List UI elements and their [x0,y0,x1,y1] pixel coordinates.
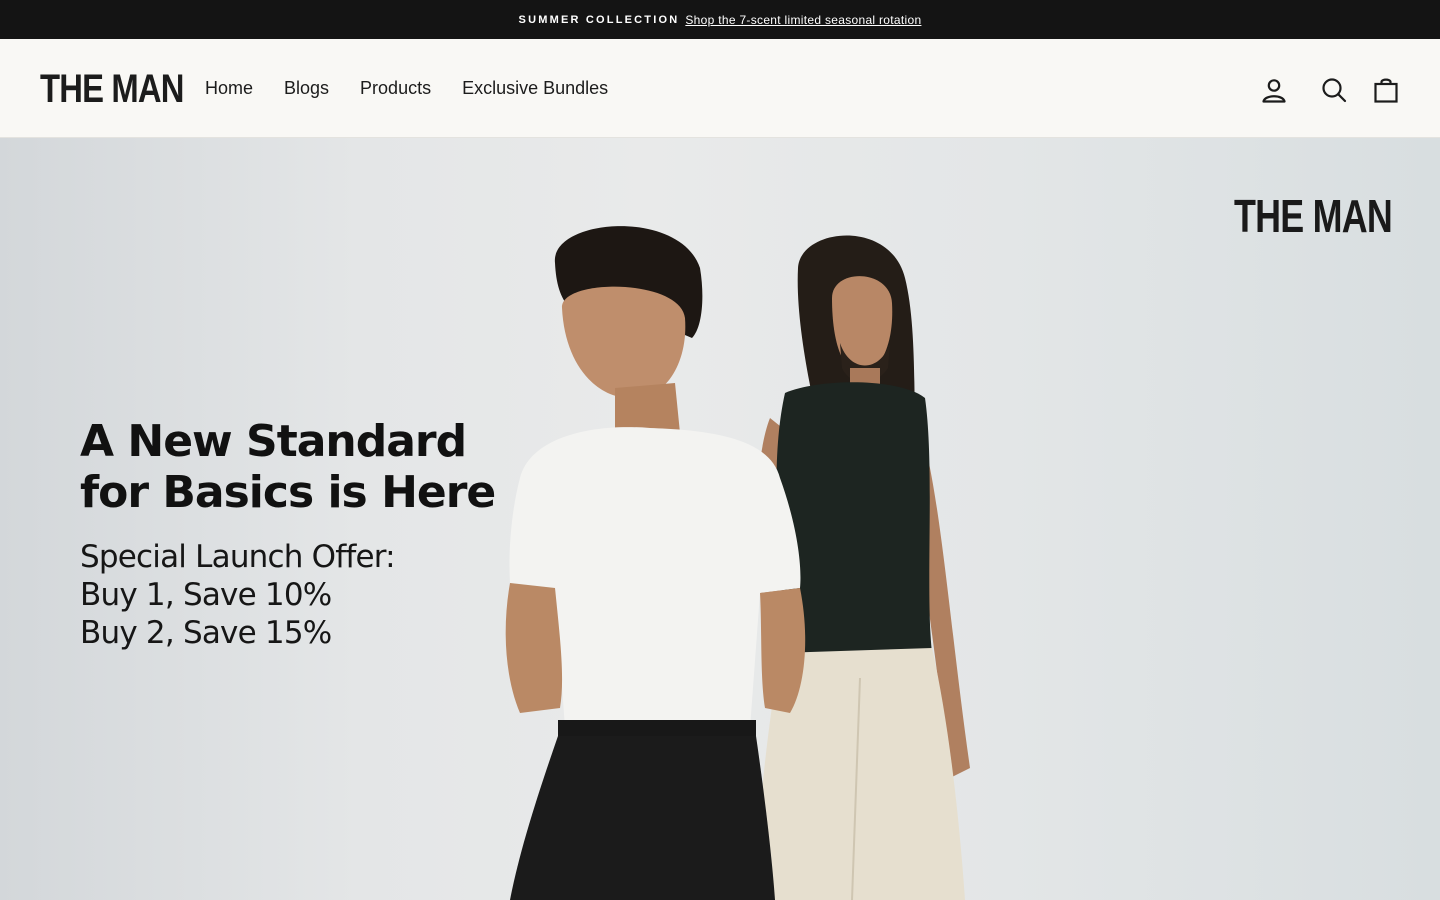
nav-exclusive-bundles[interactable]: Exclusive Bundles [462,76,608,100]
headline-line-2: for Basics is Here [80,467,496,518]
cart-icon[interactable] [1371,75,1401,105]
model-left [505,226,806,900]
hero-models-image [505,226,970,900]
headline-line-1: A New Standard [80,416,467,467]
nav-home[interactable]: Home [205,76,253,100]
offer-line-2: Buy 1, Save 10% [80,577,332,613]
search-icon[interactable] [1319,75,1349,105]
site-logo[interactable]: THE MAN [40,69,185,109]
announcement-link[interactable]: Shop the 7-scent limited seasonal rotati… [685,13,921,27]
offer-line-3: Buy 2, Save 15% [80,615,332,651]
announcement-tag: SUMMER COLLECTION [518,13,680,26]
offer-line-1: Special Launch Offer: [80,539,396,575]
nav-products[interactable]: Products [360,76,431,100]
hero-offer: Special Launch Offer: Buy 1, Save 10% Bu… [80,538,500,652]
hero-banner[interactable]: THE MAN A New Standard for Basics is Her… [0,138,1440,900]
hero-brand-logo: THE MAN [1234,190,1393,242]
hero-headline: A New Standard for Basics is Here [80,416,500,518]
site-header: THE MAN Home Blogs Products Exclusive Bu… [0,39,1440,138]
main-nav: Home Blogs Products Exclusive Bundles [205,76,639,100]
announcement-bar: SUMMER COLLECTION Shop the 7-scent limit… [0,0,1440,39]
account-icon[interactable] [1259,75,1289,105]
nav-blogs[interactable]: Blogs [284,76,329,100]
